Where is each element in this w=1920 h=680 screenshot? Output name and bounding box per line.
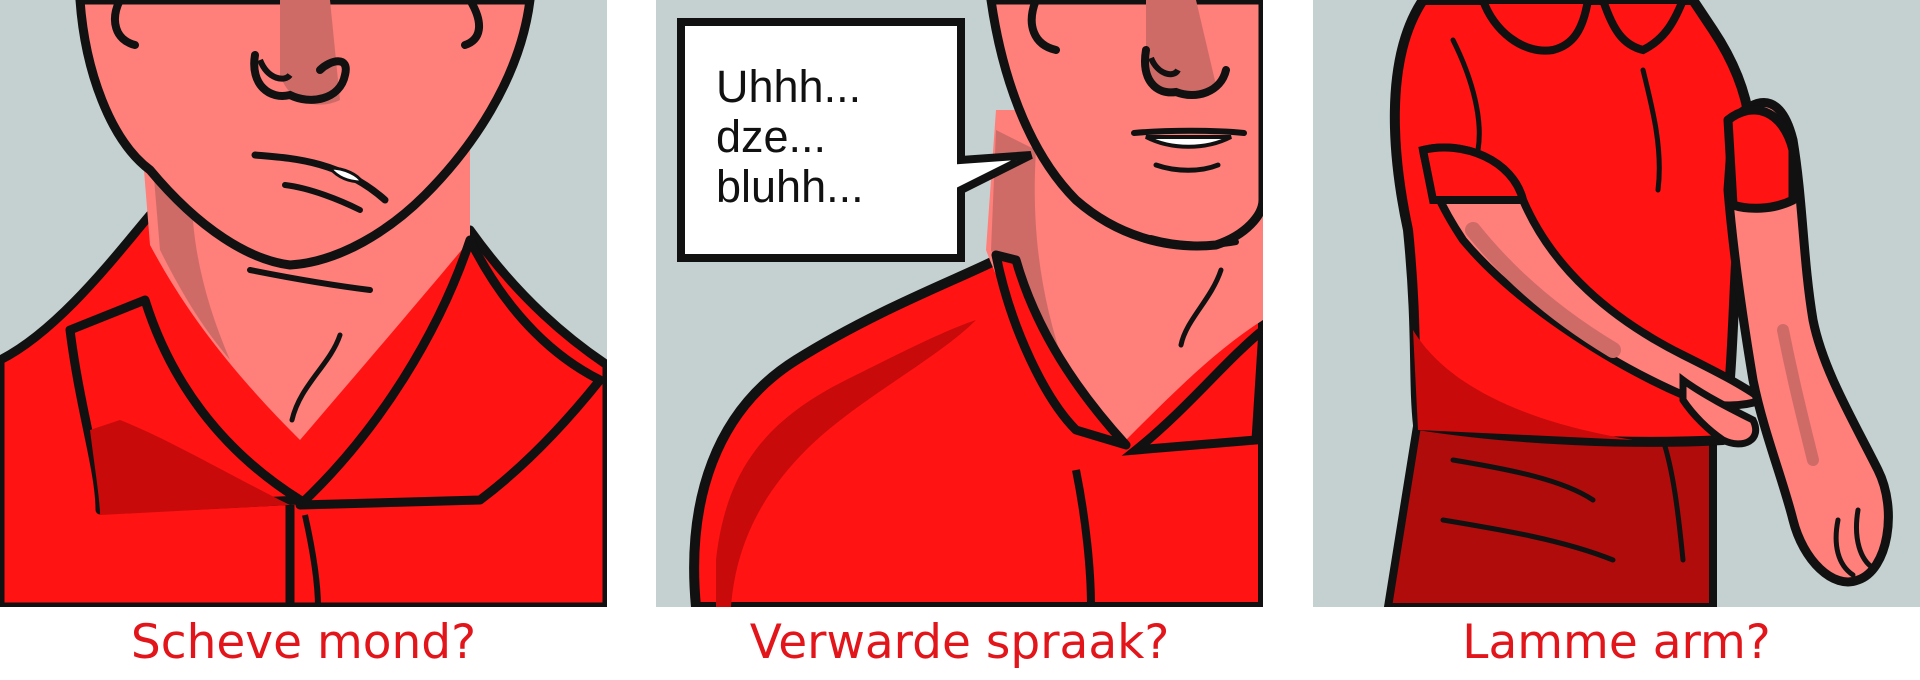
panel-paralysed-arm xyxy=(1313,0,1920,607)
speech-line-2: dze... xyxy=(716,111,827,162)
speech-line-1: Uhhh... xyxy=(716,61,862,112)
speech-bubble-text: Uhhh... dze... bluhh... xyxy=(716,62,864,212)
panel-confused-speech: Uhhh... dze... bluhh... xyxy=(656,0,1263,607)
caption-confused-speech: Verwarde spraak? xyxy=(749,615,1170,670)
crooked-mouth-illustration xyxy=(0,0,607,607)
paralysed-arm-illustration xyxy=(1383,0,1893,607)
caption-paralysed-arm: Lamme arm? xyxy=(1462,615,1771,670)
caption-crooked-mouth: Scheve mond? xyxy=(130,615,477,670)
panel-crooked-mouth xyxy=(0,0,607,607)
speech-line-3: bluhh... xyxy=(716,161,864,212)
